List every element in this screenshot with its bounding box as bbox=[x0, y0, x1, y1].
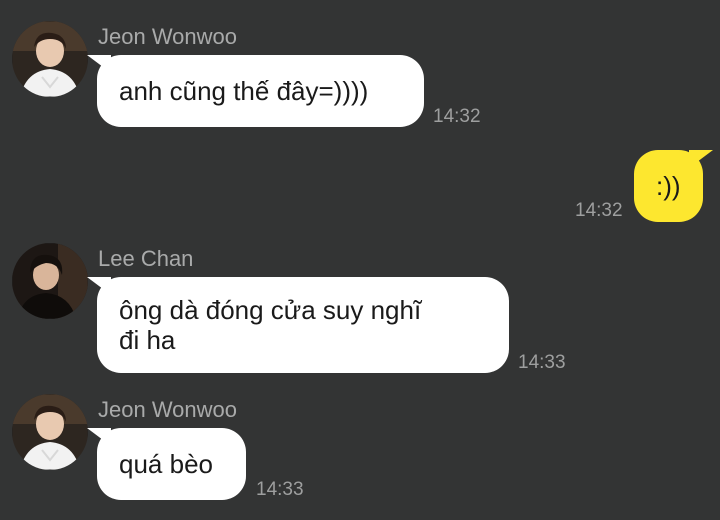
avatar-photo-jeon-wonwoo bbox=[12, 394, 88, 470]
sender-name: Jeon Wonwoo bbox=[98, 24, 238, 49]
message-timestamp: 14:32 bbox=[433, 106, 481, 127]
avatar-lee-chan[interactable] bbox=[12, 243, 88, 319]
message-bubble-incoming[interactable]: quá bèo bbox=[87, 428, 246, 500]
message-timestamp: 14:32 bbox=[575, 200, 623, 221]
avatar-jeon-wonwoo[interactable] bbox=[12, 394, 88, 470]
message-text-line: ông dà đóng cửa suy nghĩ bbox=[119, 295, 422, 325]
message-timestamp: 14:33 bbox=[518, 352, 566, 373]
message-text-line: đi ha bbox=[119, 325, 176, 355]
sender-name: Lee Chan bbox=[98, 246, 194, 271]
message-text: anh cũng thế đây=)))) bbox=[119, 76, 369, 106]
message-timestamp: 14:33 bbox=[256, 479, 304, 500]
sender-name: Jeon Wonwoo bbox=[98, 397, 238, 422]
message-bubble-outgoing[interactable]: :)) bbox=[634, 150, 713, 222]
message-text: :)) bbox=[656, 171, 681, 201]
avatar-jeon-wonwoo[interactable] bbox=[12, 21, 88, 97]
message-bubble-incoming[interactable]: anh cũng thế đây=)))) bbox=[87, 55, 424, 127]
message-bubble-incoming[interactable]: ông dà đóng cửa suy nghĩ đi ha bbox=[87, 277, 509, 373]
message-text: quá bèo bbox=[119, 449, 213, 479]
avatar-photo-jeon-wonwoo bbox=[12, 21, 88, 97]
avatar-photo-lee-chan bbox=[12, 243, 88, 319]
